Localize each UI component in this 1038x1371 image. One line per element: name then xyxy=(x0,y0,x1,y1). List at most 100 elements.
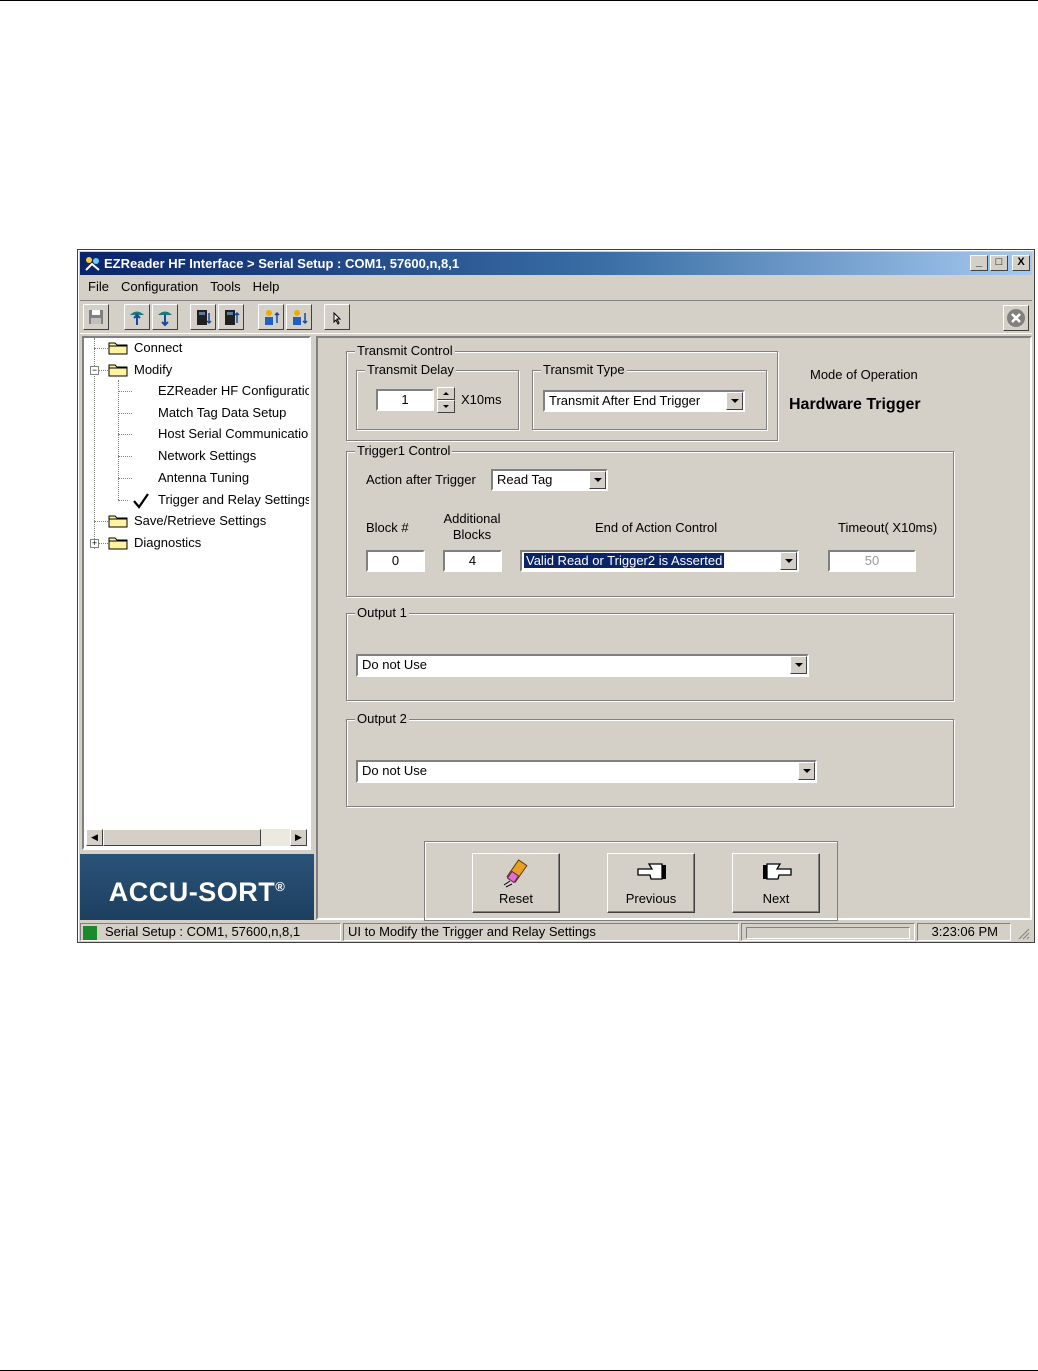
collapse-modify-icon[interactable]: − xyxy=(90,366,99,375)
timeout-label: Timeout( X10ms) xyxy=(838,520,938,535)
maximize-button[interactable]: □ xyxy=(990,255,1008,271)
tree-item-match-tag[interactable]: Match Tag Data Setup xyxy=(158,403,286,423)
tree-line xyxy=(94,521,108,522)
reader-write-icon[interactable] xyxy=(218,304,244,330)
group-title: Transmit Delay xyxy=(365,362,456,378)
transmit-type-group: Transmit Type Transmit After End Trigger xyxy=(532,362,767,430)
output2-select[interactable]: Do not Use xyxy=(356,760,817,783)
additional-blocks-label-line2: Blocks xyxy=(452,527,492,542)
delay-unit-label: X10ms xyxy=(461,392,502,407)
tree-line xyxy=(118,434,132,435)
group-title: Output 1 xyxy=(355,605,409,621)
expand-diagnostics-icon[interactable]: + xyxy=(90,539,99,548)
user-up-icon[interactable] xyxy=(258,304,284,330)
scroll-right-button[interactable]: ▶ xyxy=(290,829,307,846)
spin-up-icon[interactable] xyxy=(437,387,455,400)
navigation-tree: − + Connect Modify EZReader HF Configura… xyxy=(82,336,311,850)
tree-item-diagnostics[interactable]: Diagnostics xyxy=(108,533,201,553)
upload-icon[interactable] xyxy=(124,304,150,330)
tree-item-label: Modify xyxy=(134,362,173,377)
tree-item-label: Diagnostics xyxy=(134,535,202,550)
select-value: Do not Use xyxy=(362,763,428,778)
transmit-type-select[interactable]: Transmit After End Trigger xyxy=(543,390,745,412)
hand-pointing-left-icon xyxy=(637,863,666,880)
tree-horizontal-scrollbar[interactable]: ◀ ▶ xyxy=(86,829,307,846)
group-title: Trigger1 Control xyxy=(355,443,453,459)
tree-line xyxy=(118,380,119,500)
mode-of-operation-label: Mode of Operation xyxy=(810,367,918,382)
menu-help[interactable]: Help xyxy=(247,278,286,296)
tree-item-ezreader-config[interactable]: EZReader HF Configuratio xyxy=(158,381,309,401)
checkmark-icon xyxy=(133,493,149,509)
reader-read-icon[interactable] xyxy=(190,304,216,330)
menu-configuration[interactable]: Configuration xyxy=(115,278,204,296)
status-time: 3:23:06 PM xyxy=(917,923,1011,941)
transmit-delay-input[interactable]: 1 xyxy=(376,389,434,411)
output1-group: Output 1 Do not Use xyxy=(346,605,954,701)
tree-item-connect[interactable]: Connect xyxy=(108,338,182,358)
tree-line xyxy=(118,456,132,457)
group-title: Transmit Control xyxy=(355,343,455,359)
status-time-text: 3:23:06 PM xyxy=(931,924,999,939)
status-connection: Serial Setup : COM1, 57600,n,8,1 xyxy=(80,923,341,941)
tree-item-host-serial[interactable]: Host Serial Communication xyxy=(158,424,309,444)
tree-item-trigger-relay[interactable]: Trigger and Relay Settings xyxy=(132,490,311,510)
select-value: Transmit After End Trigger xyxy=(549,393,701,408)
menu-tools[interactable]: Tools xyxy=(204,278,246,296)
app-icon xyxy=(85,257,100,271)
hand-pointing-right-icon xyxy=(763,863,792,880)
chevron-down-icon[interactable] xyxy=(726,392,743,410)
select-value: Read Tag xyxy=(497,472,553,487)
download-icon[interactable] xyxy=(152,304,178,330)
previous-button[interactable]: Previous xyxy=(607,853,695,913)
timeout-input[interactable]: 50 xyxy=(828,550,916,572)
accu-sort-logo: ACCU-SORT® xyxy=(80,854,314,920)
tree-line xyxy=(118,478,132,479)
additional-blocks-input[interactable]: 4 xyxy=(443,550,502,572)
scroll-thumb[interactable] xyxy=(103,829,261,846)
tree-item-antenna[interactable]: Antenna Tuning xyxy=(158,468,249,488)
close-window-button[interactable]: X xyxy=(1012,255,1030,271)
user-down-icon[interactable] xyxy=(286,304,312,330)
save-icon[interactable] xyxy=(83,304,109,330)
status-bar: Serial Setup : COM1, 57600,n,8,1 UI to M… xyxy=(80,922,1032,942)
logo-registered-mark: ® xyxy=(275,879,286,894)
spin-down-icon[interactable] xyxy=(437,400,455,413)
output2-group: Output 2 Do not Use xyxy=(346,711,954,807)
app-window: EZReader HF Interface > Serial Setup : C… xyxy=(77,249,1035,943)
end-of-action-select[interactable]: Valid Read or Trigger2 is Asserted xyxy=(520,550,799,572)
resize-grip-icon[interactable] xyxy=(1018,928,1030,940)
page-top-rule xyxy=(0,0,1038,1)
tree-item-label: Trigger and Relay Settings xyxy=(158,492,311,507)
circle-x-icon[interactable] xyxy=(1003,305,1029,331)
scroll-left-button[interactable]: ◀ xyxy=(86,829,103,846)
transmit-delay-spinner[interactable] xyxy=(437,387,455,413)
tree-item-label: Antenna Tuning xyxy=(158,470,250,485)
action-after-trigger-label: Action after Trigger xyxy=(366,472,476,487)
menu-file[interactable]: File xyxy=(82,278,115,296)
block-number-input[interactable]: 0 xyxy=(366,550,425,572)
minimize-button[interactable]: _ xyxy=(970,255,988,271)
logo-text: ACCU-SORT xyxy=(108,877,276,907)
tree-item-save-retrieve[interactable]: Save/Retrieve Settings xyxy=(108,511,266,531)
menu-bar: File Configuration Tools Help xyxy=(82,278,285,296)
folder-icon xyxy=(108,515,128,528)
pointer-icon[interactable] xyxy=(324,304,350,330)
chevron-down-icon[interactable] xyxy=(798,762,815,780)
chevron-down-icon[interactable] xyxy=(589,471,606,489)
chevron-down-icon[interactable] xyxy=(780,552,797,570)
tree-item-network[interactable]: Network Settings xyxy=(158,446,256,466)
tree-item-modify[interactable]: Modify xyxy=(108,360,172,380)
output1-select[interactable]: Do not Use xyxy=(356,654,809,677)
reset-button[interactable]: Reset xyxy=(472,853,560,913)
trigger1-control-group: Trigger1 Control Action after Trigger Re… xyxy=(346,443,954,597)
tree-line xyxy=(94,374,95,549)
chevron-down-icon[interactable] xyxy=(790,656,807,674)
title-bar[interactable]: EZReader HF Interface > Serial Setup : C… xyxy=(80,252,1032,275)
settings-panel: Transmit Control Transmit Delay 1 X10ms … xyxy=(316,336,1032,921)
action-after-trigger-select[interactable]: Read Tag xyxy=(491,469,608,491)
next-button[interactable]: Next xyxy=(732,853,820,913)
tree-line xyxy=(118,413,132,414)
tree-line xyxy=(98,543,108,544)
previous-label: Previous xyxy=(625,891,677,906)
